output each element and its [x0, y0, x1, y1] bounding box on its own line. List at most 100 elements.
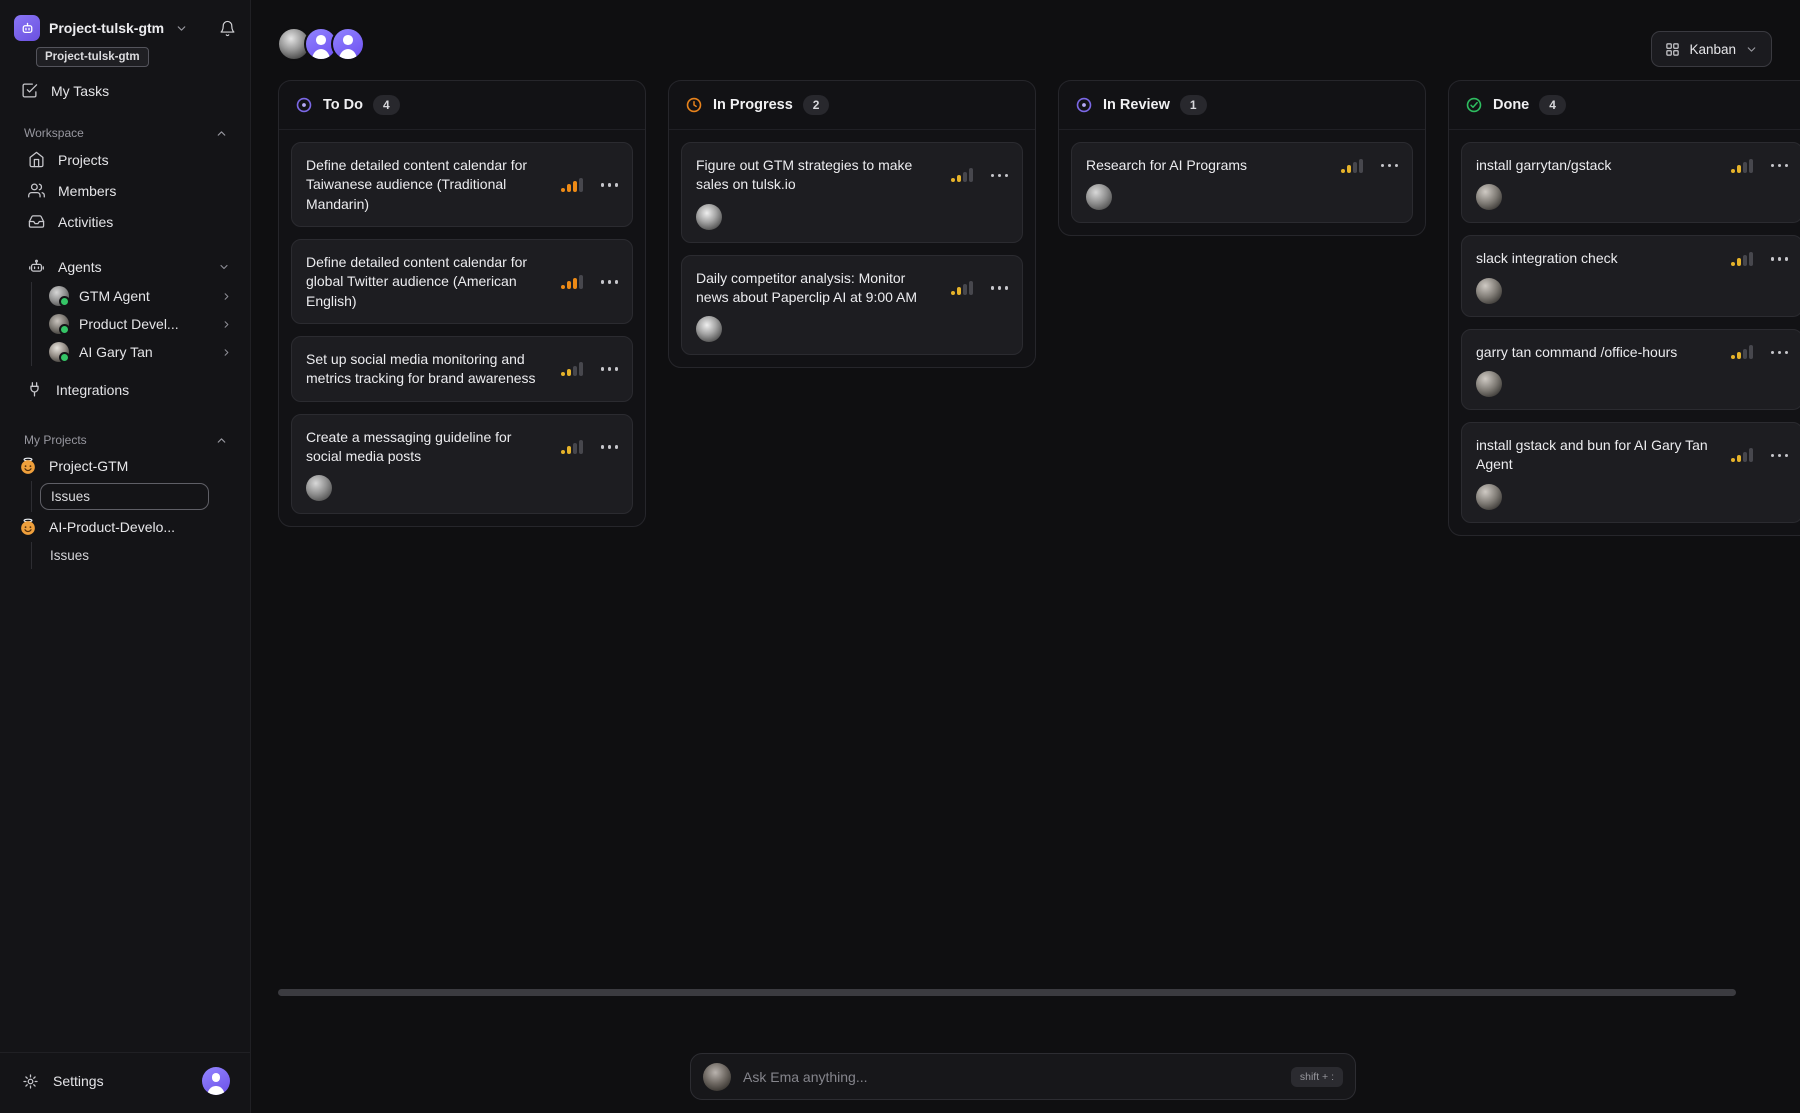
- kanban-board: To Do 4 Define detailed content calendar f…: [278, 80, 1800, 536]
- kanban-card[interactable]: garry tan command /office-hours: [1461, 329, 1800, 410]
- kanban-card[interactable]: Define detailed content calendar for Tai…: [291, 142, 633, 227]
- kanban-card[interactable]: Figure out GTM strategies to make sales …: [681, 142, 1023, 243]
- sidebar-item-label: Projects: [58, 152, 109, 168]
- card-title: install gstack and bun for AI Gary Tan A…: [1476, 436, 1719, 475]
- view-switcher-label: Kanban: [1689, 42, 1736, 57]
- agents-list: GTM Agent Product Devel... AI Gary Tan: [31, 282, 250, 366]
- card-title: slack integration check: [1476, 249, 1719, 268]
- card-menu-button[interactable]: [601, 179, 619, 191]
- card-menu-button[interactable]: [1381, 160, 1399, 172]
- column-title: In Progress: [713, 97, 793, 113]
- agent-avatar: [49, 286, 69, 306]
- sidebar-item-issues[interactable]: Issues: [32, 542, 250, 569]
- notifications-bell-icon[interactable]: [219, 20, 236, 37]
- assignee-avatar: [1476, 371, 1502, 397]
- chevron-right-icon: [221, 291, 232, 302]
- halo-smiley-icon: [19, 457, 37, 475]
- agent-name: Product Devel...: [79, 316, 179, 332]
- sidebar-item-label: Members: [58, 183, 116, 199]
- section-label: Workspace: [24, 126, 84, 140]
- sidebar-item-projects[interactable]: Projects: [0, 144, 250, 175]
- section-label: My Projects: [24, 433, 87, 447]
- card-title: Create a messaging guideline for social …: [306, 428, 549, 467]
- sidebar-item-issues-selected[interactable]: Issues: [40, 483, 209, 510]
- sidebar-item-project-gtm[interactable]: Project-GTM: [0, 451, 250, 481]
- sidebar-item-activities[interactable]: Activities: [0, 206, 250, 237]
- agent-avatar: [49, 314, 69, 334]
- user-avatar[interactable]: [202, 1067, 230, 1095]
- column-body: Define detailed content calendar for Tai…: [279, 130, 645, 526]
- status-todo-icon: [295, 96, 313, 114]
- sidebar-item-my-tasks[interactable]: My Tasks: [0, 75, 250, 106]
- sidebar-item-settings[interactable]: Settings: [53, 1073, 104, 1089]
- card-menu-button[interactable]: [991, 170, 1009, 182]
- kanban-card[interactable]: Research for AI Programs: [1071, 142, 1413, 223]
- section-my-projects: My Projects: [0, 429, 250, 451]
- workspace-switcher[interactable]: Project-tulsk-gtm: [0, 0, 250, 41]
- sidebar-item-label: Agents: [58, 259, 102, 275]
- card-menu-button[interactable]: [1771, 347, 1789, 359]
- column-title: In Review: [1103, 97, 1170, 113]
- card-menu-button[interactable]: [991, 282, 1009, 294]
- assignee-avatar: [696, 204, 722, 230]
- project-name: AI-Product-Develo...: [49, 519, 175, 535]
- priority-icon: [561, 275, 583, 289]
- sidebar-footer: Settings: [0, 1052, 250, 1113]
- column-count-badge: 4: [1539, 95, 1566, 115]
- column-title: To Do: [323, 97, 363, 113]
- card-title: garry tan command /office-hours: [1476, 343, 1719, 362]
- card-title: Figure out GTM strategies to make sales …: [696, 156, 939, 195]
- chevron-up-icon[interactable]: [215, 434, 228, 447]
- card-title: Daily competitor analysis: Monitor news …: [696, 269, 939, 308]
- card-menu-button[interactable]: [1771, 450, 1789, 462]
- sidebar-item-ai-gary-tan-agent[interactable]: AI Gary Tan: [32, 338, 250, 366]
- ema-avatar: [703, 1063, 731, 1091]
- sub-item-label: Issues: [51, 489, 90, 504]
- robot-icon: [28, 258, 45, 275]
- kanban-card[interactable]: install garrytan/gstack: [1461, 142, 1800, 223]
- kanban-card[interactable]: slack integration check: [1461, 235, 1800, 316]
- card-menu-button[interactable]: [601, 363, 619, 375]
- card-menu-button[interactable]: [1771, 160, 1789, 172]
- sidebar-item-gtm-agent[interactable]: GTM Agent: [32, 282, 250, 310]
- board-member-avatars: [277, 27, 365, 61]
- chevron-down-icon: [1745, 43, 1758, 56]
- card-title: install garrytan/gstack: [1476, 156, 1719, 175]
- column-header: Done4: [1449, 81, 1800, 130]
- project-name: Project-GTM: [49, 458, 128, 474]
- sidebar-item-agents[interactable]: Agents: [0, 251, 250, 282]
- status-inreview-icon: [1075, 96, 1093, 114]
- sidebar-item-product-devel-agent[interactable]: Product Devel...: [32, 310, 250, 338]
- chevron-down-icon[interactable]: [218, 261, 230, 273]
- kanban-card[interactable]: Define detailed content calendar for glo…: [291, 239, 633, 324]
- sub-item-label: Issues: [50, 548, 89, 563]
- home-icon: [28, 151, 45, 168]
- sidebar-item-ai-product-develo[interactable]: AI-Product-Develo...: [0, 512, 250, 542]
- assignee-avatar: [1476, 278, 1502, 304]
- priority-icon: [1731, 159, 1753, 173]
- plug-icon: [26, 381, 43, 398]
- main-content: Kanban To Do 4 Define detailed content cal…: [251, 0, 1800, 1113]
- card-menu-button[interactable]: [1771, 253, 1789, 265]
- grid-icon: [1665, 42, 1680, 57]
- assignee-avatar: [696, 316, 722, 342]
- priority-icon: [561, 178, 583, 192]
- sidebar-item-members[interactable]: Members: [0, 175, 250, 206]
- chat-input[interactable]: [743, 1069, 1279, 1085]
- kanban-card[interactable]: Daily competitor analysis: Monitor news …: [681, 255, 1023, 356]
- horizontal-scrollbar[interactable]: [278, 989, 1736, 996]
- ai-product-subitems: Issues: [31, 542, 250, 569]
- kanban-card[interactable]: Create a messaging guideline for social …: [291, 414, 633, 515]
- card-menu-button[interactable]: [601, 441, 619, 453]
- member-avatar[interactable]: [331, 27, 365, 61]
- chevron-up-icon[interactable]: [215, 127, 228, 140]
- chevron-right-icon: [221, 347, 232, 358]
- kanban-card[interactable]: install gstack and bun for AI Gary Tan A…: [1461, 422, 1800, 523]
- column-count-badge: 1: [1180, 95, 1207, 115]
- view-switcher-button[interactable]: Kanban: [1651, 31, 1772, 67]
- gear-icon[interactable]: [22, 1073, 39, 1090]
- card-menu-button[interactable]: [601, 276, 619, 288]
- kanban-card[interactable]: Set up social media monitoring and metri…: [291, 336, 633, 402]
- sidebar-item-integrations[interactable]: Integrations: [0, 374, 250, 405]
- column-body: Research for AI Programs: [1059, 130, 1425, 235]
